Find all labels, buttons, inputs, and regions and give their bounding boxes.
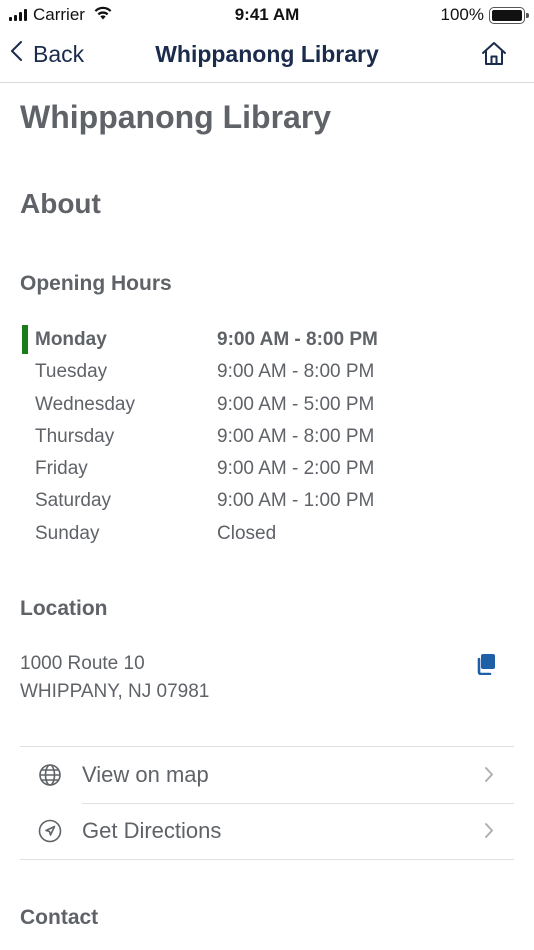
day-label: Monday [35, 329, 107, 350]
hours-row-sunday: Sunday Closed [20, 517, 514, 549]
day-label: Wednesday [35, 393, 135, 415]
hours-row-monday: Monday 9:00 AM - 8:00 PM [20, 323, 514, 355]
day-label: Friday [35, 458, 88, 480]
hours-row-saturday: Saturday 9:00 AM - 1:00 PM [20, 484, 514, 516]
hours-row-tuesday: Tuesday 9:00 AM - 8:00 PM [20, 355, 514, 387]
copy-icon [476, 654, 496, 679]
about-heading: About [20, 188, 101, 219]
day-label: Saturday [35, 490, 112, 512]
copy-address-button[interactable] [476, 653, 496, 680]
location-heading: Location [20, 597, 108, 620]
globe-icon [38, 763, 62, 792]
address-line-1: 1000 Route 10 [20, 653, 145, 674]
hours-row-friday: Friday 9:00 AM - 2:00 PM [20, 452, 514, 484]
location-actions-list: View on map Get Directions [20, 746, 514, 860]
chevron-right-icon [484, 822, 494, 844]
contact-heading: Contact [20, 906, 99, 929]
battery-icon [489, 6, 529, 24]
view-on-map-label: View on map [82, 762, 209, 787]
hours-value: 9:00 AM - 8:00 PM [217, 361, 375, 383]
status-right: 100% [440, 5, 529, 25]
opening-hours-heading: Opening Hours [20, 272, 172, 295]
get-directions-label: Get Directions [82, 818, 222, 843]
page-title: Whippanong Library [20, 99, 332, 135]
hours-row-wednesday: Wednesday 9:00 AM - 5:00 PM [20, 388, 514, 420]
nav-title: Whippanong Library [155, 41, 379, 67]
hours-value: 9:00 AM - 2:00 PM [217, 458, 375, 480]
get-directions-row[interactable]: Get Directions [20, 803, 514, 859]
view-on-map-row[interactable]: View on map [20, 747, 514, 803]
home-button[interactable] [480, 40, 508, 73]
today-marker [22, 325, 28, 354]
address: 1000 Route 10 WHIPPANY, NJ 07981 [20, 650, 209, 706]
day-label: Tuesday [35, 361, 108, 383]
day-label: Sunday [35, 522, 100, 544]
battery-percentage: 100% [440, 5, 484, 24]
navigation-bar: Back Whippanong Library [0, 30, 534, 83]
status-bar: Carrier 9:41 AM 100% [0, 0, 534, 30]
chevron-right-icon [484, 766, 494, 788]
address-line-2: WHIPPANY, NJ 07981 [20, 681, 210, 702]
hours-value: Closed [217, 522, 277, 544]
day-label: Thursday [35, 425, 115, 447]
hours-value: 9:00 AM - 5:00 PM [217, 393, 375, 415]
hours-value: 9:00 AM - 8:00 PM [217, 329, 378, 350]
opening-hours-table: Monday 9:00 AM - 8:00 PM Tuesday 9:00 AM… [20, 323, 514, 549]
hours-value: 9:00 AM - 8:00 PM [217, 425, 375, 447]
hours-row-thursday: Thursday 9:00 AM - 8:00 PM [20, 420, 514, 452]
navigation-icon [38, 819, 62, 848]
hours-value: 9:00 AM - 1:00 PM [217, 490, 375, 512]
home-icon [480, 42, 508, 72]
